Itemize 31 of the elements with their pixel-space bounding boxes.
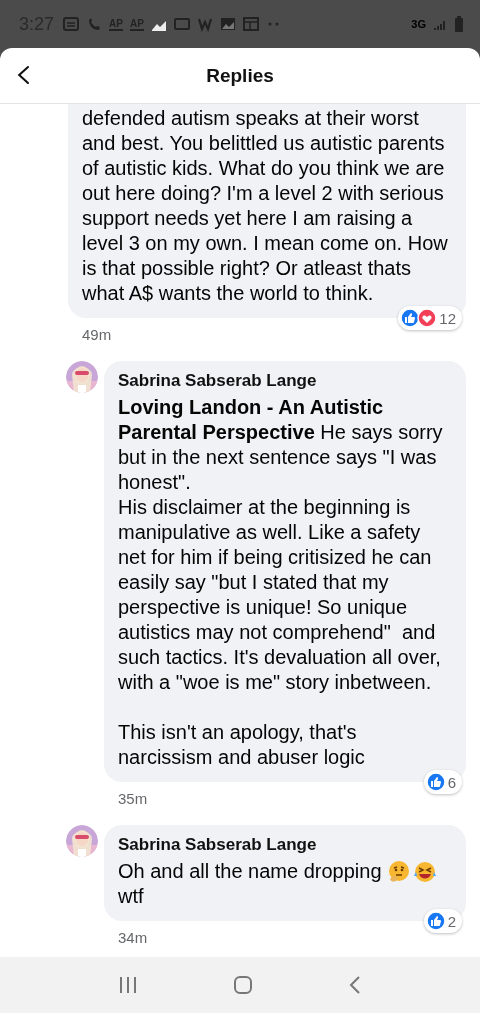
author-name[interactable]: Sabrina Sabserab Lange xyxy=(118,835,452,855)
reaction-badge[interactable]: 2 xyxy=(423,909,462,933)
comment-time: 34m xyxy=(118,929,149,946)
avatar[interactable] xyxy=(66,825,98,857)
page-title: Replies xyxy=(206,64,274,87)
network-type: 3G xyxy=(411,18,426,30)
home-icon[interactable] xyxy=(233,975,253,995)
w-icon xyxy=(196,16,213,32)
avatar[interactable] xyxy=(66,361,98,393)
author-name[interactable]: Sabrina Sabserab Lange xyxy=(118,371,452,391)
calendar-icon xyxy=(242,16,259,32)
comment-text: Oh and all the name dropping xyxy=(118,859,382,884)
comment-time: 49m xyxy=(82,326,113,343)
card-icon xyxy=(173,16,190,32)
comment-text: Loving Landon - An Autistic Parental Perspective He says sorry but in the next sentence says "I was honest". His disclaimer at the beginning is manipulative as well. Like a safety net for him if being critisized he can easily say "but I stated that my perspective is unique! So unique autistics may not comprehend" and such tactics. It's devaluation all over, with a "woe is me" story inbetween. This isn't an apology, that's narcissism and abuser logic xyxy=(118,395,444,770)
back-icon[interactable] xyxy=(16,64,32,86)
comment-text: wtf xyxy=(118,884,144,909)
battery-icon xyxy=(454,16,464,32)
laughing-face-icon xyxy=(412,859,437,884)
thumbs-up-icon xyxy=(400,308,421,328)
reaction-badge[interactable]: 12 xyxy=(398,306,462,330)
recent-apps-icon[interactable] xyxy=(117,975,138,995)
reaction-badge[interactable]: 6 xyxy=(423,770,462,794)
comment-text: defended autism speaks at their worst and best. You belittled us autistic parents of autistic kids. What do you think we are out here doing? I'm a level 2 with serious support needs yet here I am raising a level 3 on my own. I mean come on. How is that possible right? Or atleast thats what A$ wants the world to think. xyxy=(82,106,449,306)
thinking-face-icon xyxy=(386,859,411,884)
message-icon xyxy=(63,16,80,32)
thumbs-up-icon xyxy=(425,772,446,792)
thumbs-up-icon xyxy=(425,911,446,931)
image-icon xyxy=(219,16,236,32)
phone-icon xyxy=(86,16,103,32)
comment-time: 35m xyxy=(118,790,149,807)
